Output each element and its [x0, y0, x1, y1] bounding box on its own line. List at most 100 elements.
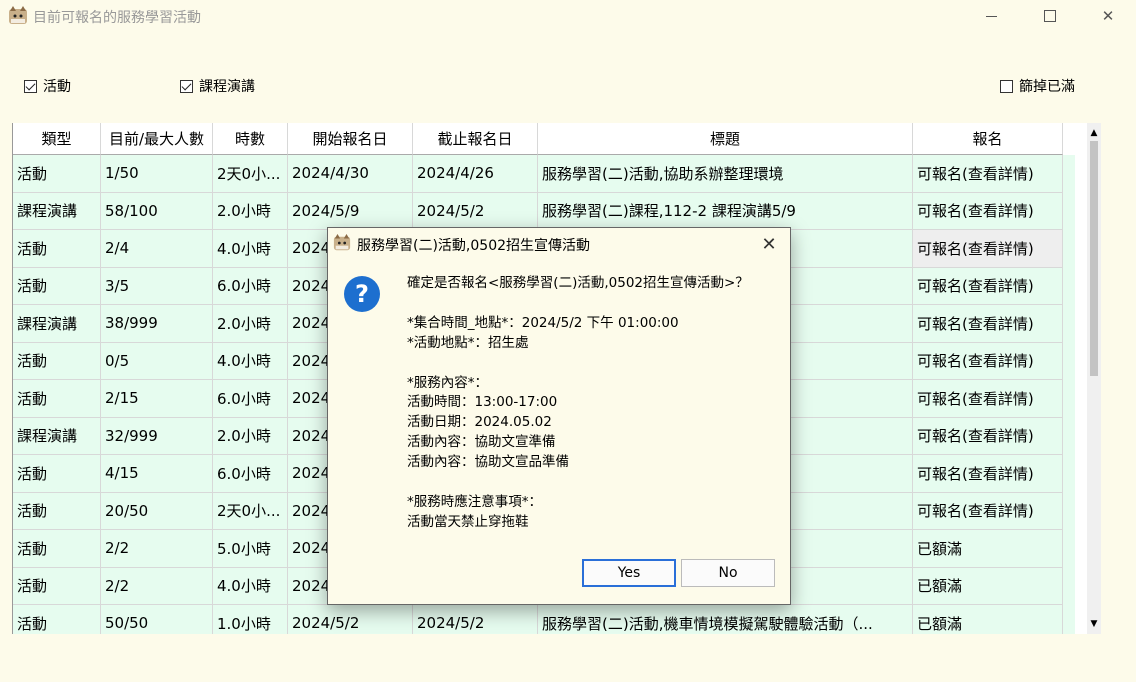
cat-icon — [9, 6, 27, 24]
maximize-icon — [1044, 10, 1056, 22]
scroll-up-arrow-icon[interactable]: ▲ — [1087, 125, 1101, 141]
cell-hours: 2天0小... — [213, 492, 288, 530]
cell-register[interactable]: 可報名(查看詳情) — [913, 492, 1063, 530]
cell-type: 課程演講 — [13, 305, 101, 343]
cell-register[interactable]: 可報名(查看詳情) — [913, 305, 1063, 343]
cell-hours: 5.0小時 — [213, 530, 288, 568]
cell-register[interactable]: 可報名(查看詳情) — [913, 230, 1063, 268]
cell-type: 活動 — [13, 455, 101, 493]
cell-capacity: 38/999 — [101, 305, 213, 343]
filter-hide-full-label: 篩掉已滿 — [1019, 79, 1075, 95]
cell-register[interactable]: 可報名(查看詳情) — [913, 342, 1063, 380]
checkbox-icon[interactable] — [1000, 79, 1013, 93]
cell-hours: 6.0小時 — [213, 455, 288, 493]
dialog-close-button[interactable]: ✕ — [754, 230, 784, 258]
cell-capacity: 2/4 — [101, 230, 213, 268]
cell-type: 課程演講 — [13, 417, 101, 455]
cell-type: 活動 — [13, 492, 101, 530]
cell-capacity: 32/999 — [101, 417, 213, 455]
cell-hours: 2.0小時 — [213, 192, 288, 230]
cell-capacity: 0/5 — [101, 342, 213, 380]
cell-register[interactable]: 可報名(查看詳情) — [913, 417, 1063, 455]
cell-register[interactable]: 可報名(查看詳情) — [913, 380, 1063, 418]
cell-capacity: 2/2 — [101, 530, 213, 568]
cell-register[interactable]: 已額滿 — [913, 530, 1063, 568]
cell-capacity: 3/5 — [101, 267, 213, 305]
cell-title: 服務學習(二)活動,協助系辦整理環境 — [538, 155, 913, 193]
cell-start-date: 2024/5/2 — [288, 605, 413, 634]
column-header-type[interactable]: 類型 — [13, 123, 101, 155]
cell-hours: 4.0小時 — [213, 342, 288, 380]
cell-hours: 6.0小時 — [213, 380, 288, 418]
cell-type: 活動 — [13, 230, 101, 268]
cell-capacity: 2/15 — [101, 380, 213, 418]
filter-activity-label: 活動 — [43, 79, 71, 95]
column-header-capacity[interactable]: 目前/最大人數 — [101, 123, 213, 155]
cell-register[interactable]: 已額滿 — [913, 567, 1063, 605]
cell-capacity: 20/50 — [101, 492, 213, 530]
cell-capacity: 2/2 — [101, 567, 213, 605]
column-header-start-date[interactable]: 開始報名日 — [288, 123, 413, 155]
close-button[interactable]: ✕ — [1085, 0, 1131, 32]
cell-register[interactable]: 可報名(查看詳情) — [913, 267, 1063, 305]
cell-register[interactable]: 已額滿 — [913, 605, 1063, 634]
cell-start-date: 2024/4/30 — [288, 155, 413, 193]
scroll-thumb[interactable] — [1090, 141, 1098, 376]
close-icon: ✕ — [1101, 7, 1115, 25]
cell-type: 活動 — [13, 380, 101, 418]
cell-type: 課程演講 — [13, 192, 101, 230]
filter-activity-checkbox[interactable]: 活動 — [24, 76, 71, 96]
cell-title: 服務學習(二)課程,112-2 課程演講5/9 — [538, 192, 913, 230]
cell-end-date: 2024/5/2 — [413, 192, 538, 230]
cell-end-date: 2024/5/2 — [413, 605, 538, 634]
title-bar: 目前可報名的服務學習活動 ✕ — [0, 0, 1136, 34]
cell-hours: 6.0小時 — [213, 267, 288, 305]
yes-button[interactable]: Yes — [582, 559, 676, 587]
table-header: 類型 目前/最大人數 時數 開始報名日 截止報名日 標題 ⌄ 報名 — [13, 123, 1075, 155]
column-header-register-label: 報名 — [972, 130, 1003, 148]
cell-end-date: 2024/4/26 — [413, 155, 538, 193]
filter-course-label: 課程演講 — [199, 79, 255, 95]
sort-indicator-icon: ⌄ — [983, 123, 991, 126]
cell-type: 活動 — [13, 530, 101, 568]
cell-hours: 2.0小時 — [213, 305, 288, 343]
table-row[interactable]: 活動 50/50 1.0小時 2024/5/2 2024/5/2 服務學習(二)活動,機車… — [13, 605, 1075, 634]
minimize-button[interactable] — [968, 0, 1014, 32]
cat-icon — [333, 234, 351, 251]
cell-capacity: 4/15 — [101, 455, 213, 493]
cell-capacity: 1/50 — [101, 155, 213, 193]
table-row[interactable]: 活動 1/50 2天0小... 2024/4/30 2024/4/26 服務學習(二)活動… — [13, 155, 1075, 193]
filter-course-checkbox[interactable]: 課程演講 — [180, 76, 255, 96]
cell-hours: 2天0小... — [213, 155, 288, 193]
window-title: 目前可報名的服務學習活動 — [33, 10, 201, 26]
confirm-dialog: 服務學習(二)活動,0502招生宣傳活動 ✕ ? 確定是否報名<服務學習(二)活… — [327, 227, 791, 605]
column-header-end-date[interactable]: 截止報名日 — [413, 123, 538, 155]
cell-type: 活動 — [13, 155, 101, 193]
checkbox-icon[interactable] — [24, 79, 37, 93]
cell-hours: 1.0小時 — [213, 605, 288, 634]
maximize-button[interactable] — [1027, 0, 1073, 32]
cell-register[interactable]: 可報名(查看詳情) — [913, 155, 1063, 193]
cell-hours: 4.0小時 — [213, 567, 288, 605]
cell-hours: 2.0小時 — [213, 417, 288, 455]
column-header-register[interactable]: ⌄ 報名 — [913, 123, 1063, 155]
dialog-title-bar: 服務學習(二)活動,0502招生宣傳活動 ✕ — [328, 228, 790, 260]
table-row[interactable]: 課程演講 58/100 2.0小時 2024/5/9 2024/5/2 服務學習(二)課程… — [13, 192, 1075, 230]
cell-type: 活動 — [13, 605, 101, 634]
dialog-message: 確定是否報名<服務學習(二)活動,0502招生宣傳活動>？ *集合時間_地點*：… — [407, 275, 749, 530]
cell-register[interactable]: 可報名(查看詳情) — [913, 455, 1063, 493]
no-button[interactable]: No — [681, 559, 775, 587]
scroll-down-arrow-icon[interactable]: ▼ — [1087, 616, 1101, 632]
cell-register[interactable]: 可報名(查看詳情) — [913, 192, 1063, 230]
filter-hide-full-checkbox[interactable]: 篩掉已滿 — [1000, 76, 1075, 96]
column-header-hours[interactable]: 時數 — [213, 123, 288, 155]
minimize-icon — [985, 15, 997, 17]
cell-type: 活動 — [13, 567, 101, 605]
question-icon: ? — [344, 276, 380, 312]
cell-start-date: 2024/5/9 — [288, 192, 413, 230]
checkbox-icon[interactable] — [180, 79, 193, 93]
vertical-scrollbar[interactable]: ▲ ▼ — [1087, 123, 1101, 634]
column-header-title[interactable]: 標題 — [538, 123, 913, 155]
cell-capacity: 58/100 — [101, 192, 213, 230]
close-icon: ✕ — [761, 233, 777, 255]
